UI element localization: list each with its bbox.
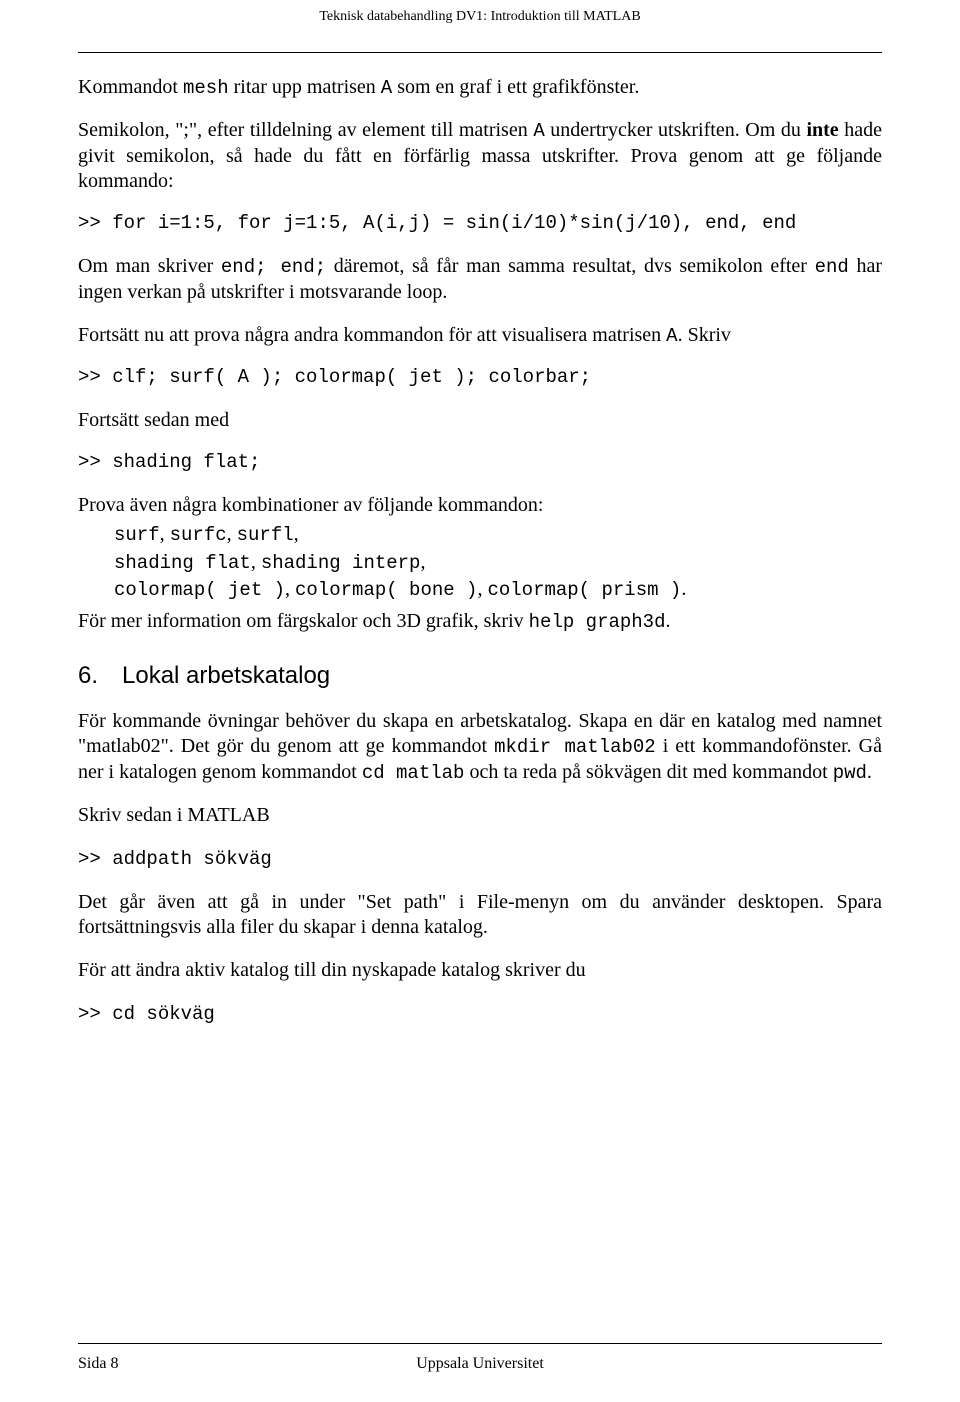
para-skriv-sedan: Skriv sedan i MATLAB xyxy=(78,803,882,828)
para-andra: För att ändra aktiv katalog till din nys… xyxy=(78,958,882,983)
section-title: Lokal arbetskatalog xyxy=(122,662,330,689)
footer-page: Sida 8 xyxy=(78,1354,198,1374)
code-for-loop: >> for i=1:5, for j=1:5, A(i,j) = sin(i/… xyxy=(78,212,882,236)
section-number: 6. xyxy=(78,661,122,691)
code-end: end; end; xyxy=(221,256,326,278)
code-end2: end xyxy=(815,256,849,278)
code-shading: >> shading flat; xyxy=(78,451,882,475)
footer: Sida 8 Uppsala Universitet xyxy=(78,1354,882,1374)
text: Om man skriver xyxy=(78,255,221,277)
code-addpath: >> addpath sökväg xyxy=(78,848,882,872)
footer-right xyxy=(762,1354,882,1374)
text: . xyxy=(665,610,670,632)
code-cd: cd matlab xyxy=(362,762,465,784)
code-shading-interp: shading interp xyxy=(261,552,421,574)
text: ritar upp matrisen xyxy=(229,76,381,98)
text: däremot, så får man samma resultat, dvs … xyxy=(326,255,814,277)
code-colormap-jet: colormap( jet ) xyxy=(114,579,285,601)
para-end: Om man skriver end; end; däremot, så får… xyxy=(78,254,882,305)
text: . Skriv xyxy=(678,324,731,346)
section-heading: 6.Lokal arbetskatalog xyxy=(78,661,882,691)
para-setpath: Det går även att gå in under "Set path" … xyxy=(78,890,882,940)
code-surfl: surfl xyxy=(237,524,294,546)
code-mkdir: mkdir matlab02 xyxy=(494,736,656,758)
para-fortsatt: Fortsätt nu att prova några andra komman… xyxy=(78,323,882,349)
running-header: Teknisk databehandling DV1: Introduktion… xyxy=(78,8,882,26)
code-colormap-prism: colormap( prism ) xyxy=(487,579,681,601)
text: Fortsätt nu att prova några andra komman… xyxy=(78,324,666,346)
text: . xyxy=(867,761,872,783)
code-a: A xyxy=(666,325,677,347)
bold-inte: inte xyxy=(806,119,838,141)
code-a: A xyxy=(533,120,544,142)
text: som en graf i ett grafikfönster. xyxy=(392,76,639,98)
code-cd-sokvag: >> cd sökväg xyxy=(78,1003,882,1027)
para-fortsatt-sedan: Fortsätt sedan med xyxy=(78,408,882,433)
footer-university: Uppsala Universitet xyxy=(198,1354,762,1374)
para-help: För mer information om färgskalor och 3D… xyxy=(78,609,882,635)
text: undertrycker utskriften. Om du xyxy=(545,119,807,141)
text: och ta reda på sökvägen dit med kommando… xyxy=(464,761,832,783)
text: För mer information om färgskalor och 3D… xyxy=(78,610,529,632)
para-prova: Prova även några kombinationer av följan… xyxy=(78,493,882,518)
code-mesh: mesh xyxy=(183,77,229,99)
para-katalog: För kommande övningar behöver du skapa e… xyxy=(78,709,882,786)
code-colormap-bone: colormap( bone ) xyxy=(295,579,477,601)
text: Prova även några kombinationer av följan… xyxy=(78,494,543,516)
top-divider xyxy=(78,52,882,53)
code-surf: >> clf; surf( A ); colormap( jet ); colo… xyxy=(78,366,882,390)
para-mesh: Kommandot mesh ritar upp matrisen A som … xyxy=(78,75,882,101)
bottom-divider xyxy=(78,1343,882,1344)
text: Kommandot xyxy=(78,76,183,98)
content: Kommandot mesh ritar upp matrisen A som … xyxy=(78,75,882,1344)
text: Semikolon, ";", efter tilldelning av ele… xyxy=(78,119,533,141)
code-help: help graph3d xyxy=(529,611,666,633)
code-surfc: surfc xyxy=(170,524,227,546)
para-semikolon: Semikolon, ";", efter tilldelning av ele… xyxy=(78,118,882,194)
code-shading-flat: shading flat xyxy=(114,552,251,574)
code-surf: surf xyxy=(114,524,160,546)
list-line-1: surf, surfc, surfl, xyxy=(114,522,882,548)
code-pwd: pwd xyxy=(833,762,867,784)
list-line-3: colormap( jet ), colormap( bone ), color… xyxy=(114,577,882,603)
list-line-2: shading flat, shading interp, xyxy=(114,550,882,576)
code-a: A xyxy=(381,77,392,99)
page: Teknisk databehandling DV1: Introduktion… xyxy=(0,0,960,1402)
